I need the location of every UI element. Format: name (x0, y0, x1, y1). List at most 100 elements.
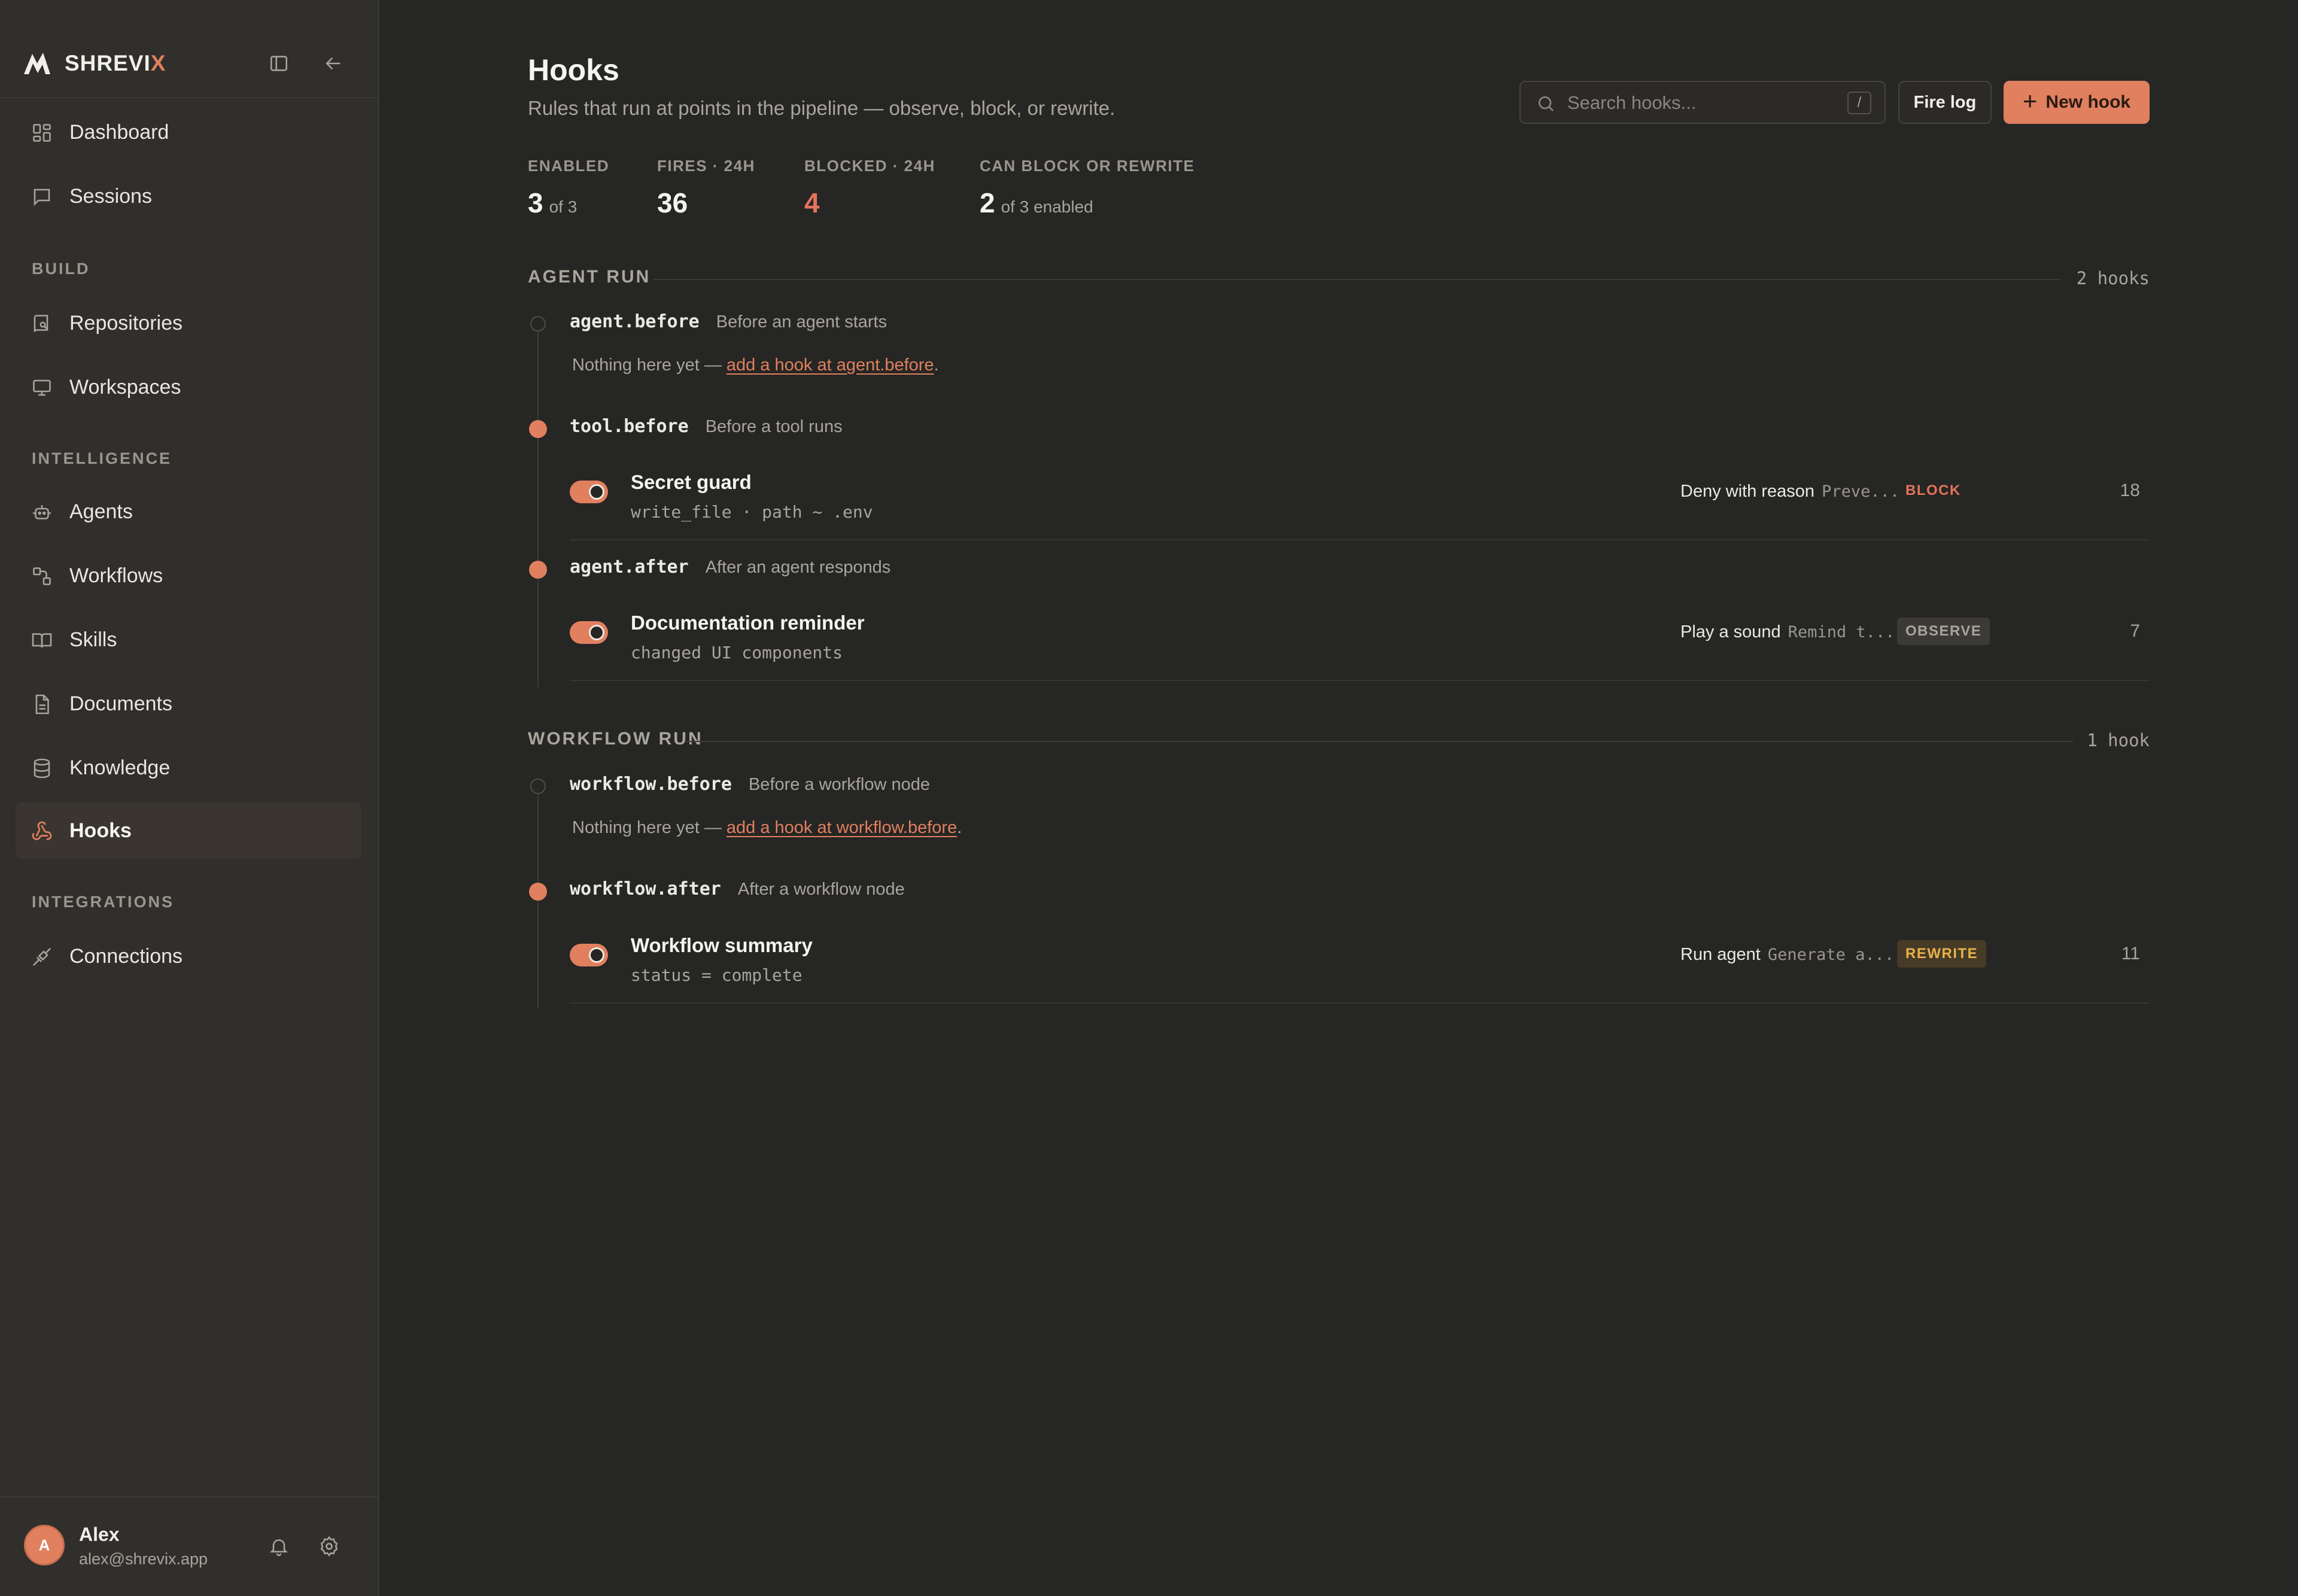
hook-fire-count: 18 (2120, 481, 2140, 500)
user-email: alex@shrevix.app (79, 1550, 208, 1568)
sidebar-item-label: Repositories (69, 311, 183, 335)
user-name: Alex (79, 1524, 120, 1545)
hook-name: Workflow summary (631, 934, 813, 956)
hook-row-documentation-reminder[interactable]: Documentation reminder changed UI compon… (570, 591, 2150, 681)
group-name: AGENT RUN (528, 267, 651, 287)
section-label-integrations: INTEGRATIONS (32, 893, 174, 911)
stat-label: ENABLED (528, 157, 610, 175)
sidebar-item-workflows[interactable]: Workflows (16, 548, 361, 604)
hook-point-dot-active (529, 420, 547, 438)
group-header-workflow-run: WORKFLOW RUN 1 hook (528, 729, 2150, 753)
hook-point-workflow-before: workflow.before Before a workflow node (570, 774, 930, 795)
hook-condition: status = complete (631, 965, 803, 985)
hook-point-tool-before: tool.before Before a tool runs (570, 416, 843, 437)
sidebar-item-knowledge[interactable]: Knowledge (16, 740, 361, 796)
sidebar-item-sessions[interactable]: Sessions (16, 168, 361, 224)
group-count: 2 hooks (2076, 268, 2150, 288)
hook-point-name: workflow.after (570, 878, 721, 899)
sidebar-item-label: Workspaces (69, 375, 181, 399)
hook-fire-count: 11 (2121, 944, 2140, 963)
status-badge: OBSERVE (1897, 618, 1990, 645)
hook-point-dot-active (529, 561, 547, 579)
stat-fires: FIRES · 24H 36 (657, 157, 755, 218)
search-shortcut-key: / (1847, 92, 1871, 114)
add-hook-link[interactable]: add a hook at workflow.before (727, 818, 957, 837)
chat-icon (34, 189, 50, 206)
new-hook-label: New hook (2045, 92, 2131, 112)
monitor-icon (33, 379, 51, 396)
fire-log-button[interactable]: Fire log (1898, 81, 1992, 124)
section-label-intelligence: INTELLIGENCE (32, 449, 172, 467)
hook-point-name: tool.before (570, 416, 689, 437)
hook-point-agent-after: agent.after After an agent responds (570, 557, 890, 577)
hook-condition: changed UI components (631, 643, 843, 662)
book-icon (32, 633, 52, 648)
search-box[interactable]: / (1519, 81, 1886, 124)
search-input[interactable] (1567, 88, 1825, 118)
sidebar-item-repositories[interactable]: Repositories (16, 295, 361, 351)
hook-point-description: Before a workflow node (748, 775, 930, 794)
bell-icon[interactable] (261, 1528, 297, 1564)
stat-blocked: BLOCKED · 24H 4 (804, 157, 935, 218)
stat-suffix: of 3 enabled (1001, 197, 1093, 216)
hook-row-workflow-summary[interactable]: Workflow summary status = complete Run a… (570, 914, 2150, 1004)
empty-note: Nothing here yet — add a hook at workflo… (572, 818, 962, 837)
hook-enabled-toggle[interactable] (570, 944, 608, 966)
hook-action: Run agent Generate a... (1680, 945, 1895, 964)
sidebar-item-skills[interactable]: Skills (16, 612, 361, 668)
stat-value: 2 (980, 187, 995, 218)
avatar[interactable]: A (24, 1525, 65, 1565)
hook-enabled-toggle[interactable] (570, 481, 608, 503)
plus-icon: + (2022, 87, 2038, 115)
group-name: WORKFLOW RUN (528, 729, 703, 749)
hook-point-dot-empty (530, 779, 546, 794)
hook-point-description: After an agent responds (705, 558, 891, 577)
hook-fire-count: 7 (2130, 621, 2140, 641)
sidebar-item-documents[interactable]: Documents (16, 676, 361, 732)
stat-label: BLOCKED · 24H (804, 157, 935, 175)
sidebar-item-label: Documents (69, 692, 172, 715)
sidebar-item-workspaces[interactable]: Workspaces (16, 359, 361, 415)
hook-point-name: agent.before (570, 311, 700, 332)
page-subtitle: Rules that run at points in the pipeline… (528, 97, 1115, 119)
sidebar-toggle-icon[interactable] (261, 45, 297, 81)
sidebar-item-agents[interactable]: Agents (16, 484, 361, 540)
hook-name: Secret guard (631, 471, 752, 493)
workflow-icon (33, 567, 51, 585)
plug-icon (33, 948, 51, 966)
main-content: Hooks Rules that run at points in the pi… (379, 0, 2298, 1596)
brand-logo-icon (24, 53, 50, 74)
hook-point-description: After a workflow node (737, 880, 905, 899)
sidebar-item-dashboard[interactable]: Dashboard (16, 104, 361, 160)
sidebar-item-hooks[interactable]: Hooks (16, 802, 361, 859)
gear-icon[interactable] (311, 1528, 347, 1564)
sidebar-item-label: Knowledge (69, 756, 171, 779)
hook-point-agent-before: agent.before Before an agent starts (570, 311, 887, 332)
hook-row-secret-guard[interactable]: Secret guard write_file · path ~ .env De… (570, 451, 2150, 540)
group-divider (653, 279, 2060, 280)
hook-point-description: Before a tool runs (705, 417, 843, 436)
hook-enabled-toggle[interactable] (570, 621, 608, 644)
repository-icon (34, 315, 48, 332)
group-divider (685, 741, 2073, 742)
sidebar-item-label: Workflows (69, 564, 163, 587)
sidebar-item-connections[interactable]: Connections (16, 928, 361, 984)
new-hook-button[interactable]: + New hook (2004, 81, 2150, 124)
brand-name: SHREVIX (65, 51, 166, 75)
status-badge: BLOCK (1905, 482, 1961, 498)
hook-point-workflow-after: workflow.after After a workflow node (570, 878, 905, 899)
empty-note: Nothing here yet — add a hook at agent.b… (572, 355, 939, 375)
collapse-back-icon[interactable] (315, 45, 351, 81)
document-icon (35, 694, 49, 715)
hook-point-description: Before an agent starts (716, 312, 887, 332)
sidebar-footer: A Alex alex@shrevix.app (0, 1496, 378, 1596)
stat-suffix: of 3 (549, 197, 577, 216)
add-hook-link[interactable]: add a hook at agent.before (727, 355, 934, 375)
hook-name: Documentation reminder (631, 612, 865, 634)
timeline-line (537, 323, 539, 687)
stat-can-block-or-rewrite: CAN BLOCK OR REWRITE 2 of 3 enabled (980, 157, 1194, 218)
sidebar-item-label: Agents (69, 500, 133, 523)
sidebar-item-label: Connections (69, 944, 183, 968)
sidebar-header: SHREVIX (0, 0, 378, 98)
robot-icon (33, 505, 51, 519)
